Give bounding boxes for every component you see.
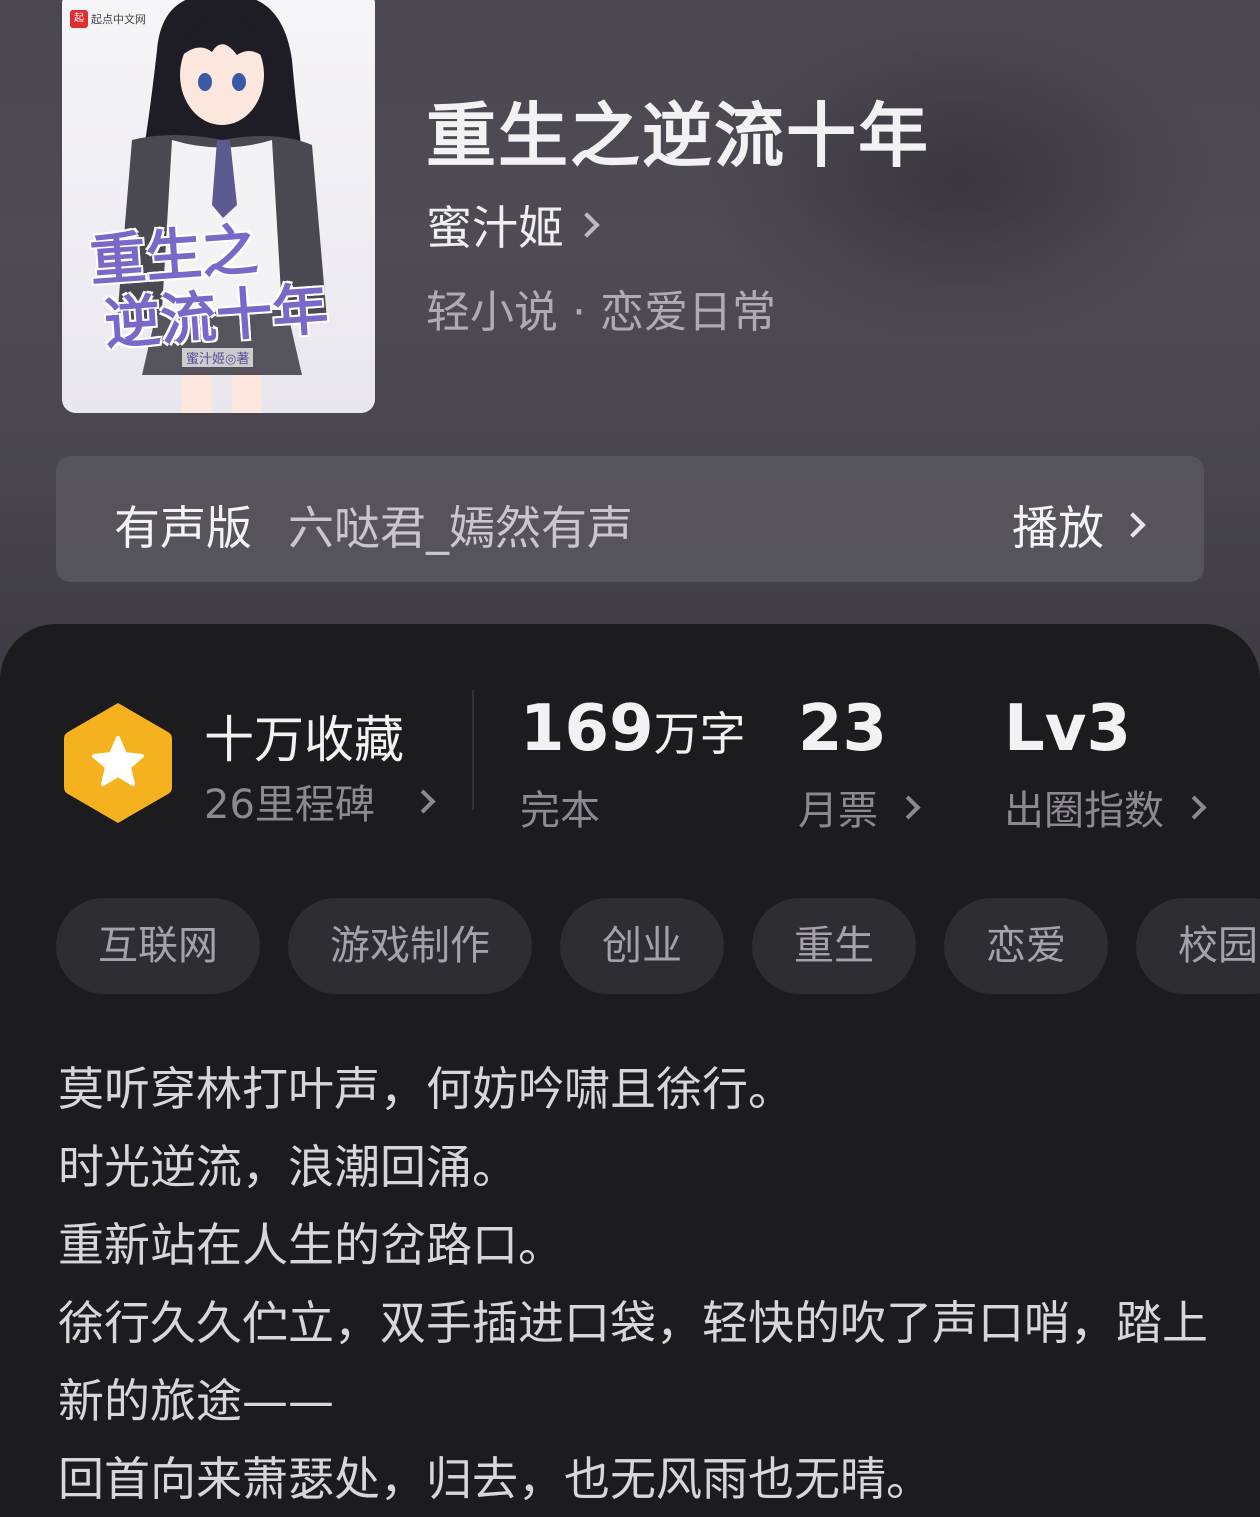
author-link[interactable]: 蜜汁姬 xyxy=(426,192,600,258)
tag-chip[interactable]: 重生 xyxy=(752,898,916,994)
header-background: 起 起点中文网 重生之 逆流十年 蜜汁姬◎著 重生之逆流十年 蜜汁姬 轻小说 ·… xyxy=(0,0,1260,700)
cover-title: 重生之 逆流十年 xyxy=(88,211,366,358)
chevron-right-icon xyxy=(1120,512,1146,538)
chevron-right-icon xyxy=(411,788,436,814)
level-index-link[interactable]: 出圈指数 xyxy=(1004,778,1207,836)
book-cover[interactable]: 起 起点中文网 重生之 逆流十年 蜜汁姬◎著 xyxy=(62,0,375,413)
monthly-votes-link[interactable]: 月票 xyxy=(798,778,921,836)
audiobook-bar[interactable]: 有声版 六哒君_嫣然有声 播放 xyxy=(56,456,1204,582)
tag-list: 互联网 游戏制作 创业 重生 恋爱 校园 xyxy=(56,898,1260,994)
tag-chip[interactable]: 恋爱 xyxy=(944,898,1108,994)
word-count-number: 169 xyxy=(520,692,654,766)
intro-line: 徐行久久伫立，双手插进口袋，轻快的吹了声口哨，踏上新的旅途—— xyxy=(58,1296,1208,1428)
chevron-right-icon xyxy=(574,212,600,238)
tag-chip[interactable]: 校园 xyxy=(1136,898,1260,994)
tag-chip[interactable]: 互联网 xyxy=(56,898,260,994)
tag-chip[interactable]: 游戏制作 xyxy=(288,898,532,994)
tag-chip[interactable]: 创业 xyxy=(560,898,724,994)
collection-count: 十万收藏 xyxy=(204,711,404,769)
intro-line: 莫听穿林打叶声，何妨吟啸且徐行。 xyxy=(58,1062,794,1116)
audiobook-label: 有声版 xyxy=(114,501,252,555)
milestone-link[interactable]: 26里程碑 xyxy=(204,772,436,830)
chevron-right-icon xyxy=(1182,794,1207,820)
collection-badge-icon xyxy=(64,703,172,823)
intro-line: 重新站在人生的岔路口。 xyxy=(58,1218,564,1272)
book-introduction[interactable]: 莫听穿林打叶声，何妨吟啸且徐行。 时光逆流，浪潮回涌。 重新站在人生的岔路口。 … xyxy=(58,1050,1208,1517)
play-button[interactable]: 播放 xyxy=(1012,492,1146,558)
publisher-logo: 起 起点中文网 xyxy=(70,10,146,28)
audiobook-narrator: 六哒君_嫣然有声 xyxy=(288,501,633,555)
book-genre: 轻小说 · 恋爱日常 xyxy=(426,287,776,338)
book-detail-page: 起 起点中文网 重生之 逆流十年 蜜汁姬◎著 重生之逆流十年 蜜汁姬 轻小说 ·… xyxy=(0,0,1260,1517)
publisher-logo-icon: 起 xyxy=(70,10,88,28)
milestone-label: 26里程碑 xyxy=(204,782,375,828)
book-status: 完本 xyxy=(520,788,600,834)
level-index-label: 出圈指数 xyxy=(1004,788,1164,834)
level-value: Lv3 xyxy=(1004,692,1132,766)
intro-line: 回首向来萧瑟处，归去，也无风雨也无晴。 xyxy=(58,1452,932,1506)
word-count-unit: 万字 xyxy=(653,707,746,761)
publisher-logo-text: 起点中文网 xyxy=(91,13,146,26)
word-count: 169万字 xyxy=(520,692,746,766)
book-title: 重生之逆流十年 xyxy=(426,94,930,177)
cover-author-mark: 蜜汁姬◎著 xyxy=(182,348,254,367)
monthly-votes-label: 月票 xyxy=(798,788,878,834)
stats-divider xyxy=(472,690,474,810)
play-label: 播放 xyxy=(1012,501,1104,555)
author-name: 蜜汁姬 xyxy=(426,201,564,255)
chevron-right-icon xyxy=(896,794,921,820)
intro-line: 时光逆流，浪潮回涌。 xyxy=(58,1140,518,1194)
monthly-votes-count: 23 xyxy=(798,692,888,766)
